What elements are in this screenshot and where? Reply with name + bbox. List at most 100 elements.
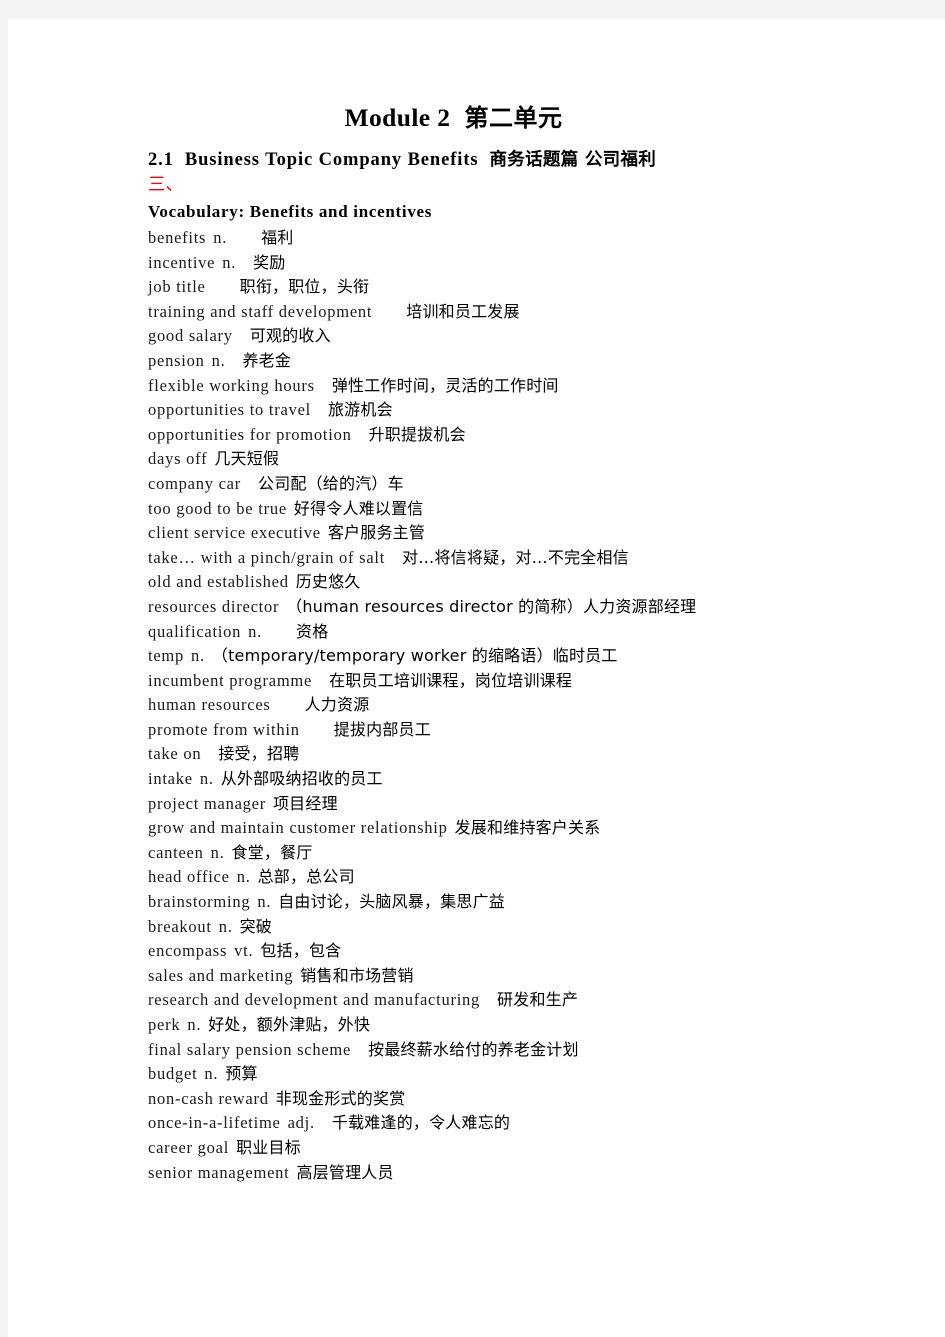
vocabulary-entry: research and development and manufacturi… xyxy=(148,988,908,1013)
vocabulary-term: opportunities to travel xyxy=(148,400,311,420)
vocabulary-part-of-speech: n. xyxy=(222,252,237,272)
vocabulary-term: qualification xyxy=(148,621,242,641)
vocabulary-entry: canteen n. 食堂，餐厅 xyxy=(148,841,908,866)
vocabulary-gloss: 弹性工作时间，灵活的工作时间 xyxy=(331,375,559,395)
section-subtitle: 2.1 Business Topic Company Benefits 商务话题篇 … xyxy=(148,147,908,173)
page-title-english: Module 2 xyxy=(344,103,451,132)
page-title-chinese: 第二单元 xyxy=(464,104,563,132)
vocabulary-term: temp xyxy=(148,646,184,666)
vocabulary-term: human resources xyxy=(148,695,271,715)
vocabulary-gloss: 可观的收入 xyxy=(249,326,331,346)
vocabulary-term: encompass xyxy=(148,941,228,961)
vocabulary-gloss: 培训和员工发展 xyxy=(406,301,520,321)
vocabulary-entry: sales and marketing 销售和市场营销 xyxy=(148,964,908,989)
vocabulary-entry: job title 职衔，职位，头衔 xyxy=(148,275,908,300)
vocabulary-entry: intake n. 从外部吸纳招收的员工 xyxy=(148,767,908,792)
vocabulary-term: client service executive xyxy=(148,523,321,543)
vocabulary-entry: days off 几天短假 xyxy=(148,447,908,472)
vocabulary-term: company car xyxy=(148,473,241,493)
vocabulary-entry: opportunities for promotion 升职提拔机会 xyxy=(148,423,908,448)
section-subtitle-chinese: 商务话题篇 公司福利 xyxy=(489,150,657,170)
vocabulary-entry: benefits n. 福利 xyxy=(148,226,908,251)
vocabulary-entry: opportunities to travel 旅游机会 xyxy=(148,398,908,423)
vocabulary-term: budget xyxy=(148,1064,198,1084)
vocabulary-entry: pension n. 养老金 xyxy=(148,349,908,374)
vocabulary-entry: encompass vt. 包括，包含 xyxy=(148,939,908,964)
vocabulary-entry: company car 公司配（给的汽）车 xyxy=(148,472,908,497)
vocabulary-term: final salary pension scheme xyxy=(148,1039,352,1059)
vocabulary-entry: head office n. 总部，总公司 xyxy=(148,865,908,890)
vocabulary-gloss: 千载难逢的，令人难忘的 xyxy=(331,1113,511,1133)
vocabulary-entry: perk n. 好处，额外津贴，外快 xyxy=(148,1013,908,1038)
vocabulary-gloss: 好得令人难以置信 xyxy=(293,498,424,518)
vocabulary-term: perk xyxy=(148,1015,181,1034)
vocabulary-part-of-speech: vt. xyxy=(234,941,254,961)
vocabulary-gloss: 自由讨论，头脑风暴，集思广益 xyxy=(278,892,506,912)
vocabulary-gloss: 从外部吸纳招收的员工 xyxy=(220,769,383,789)
vocabulary-gloss: 预算 xyxy=(225,1064,258,1084)
vocabulary-term: canteen xyxy=(148,842,204,862)
section-marker: 三、 xyxy=(148,175,183,195)
vocabulary-entry: career goal 职业目标 xyxy=(148,1136,908,1161)
vocabulary-term: senior management xyxy=(148,1162,290,1182)
vocabulary-term: incentive xyxy=(148,252,216,272)
vocabulary-gloss: （human resources director 的简称）人力资源部经理 xyxy=(286,596,697,616)
vocabulary-entry: temp n. （temporary/temporary worker 的缩略语）临… xyxy=(148,644,908,669)
vocabulary-gloss: （temporary/temporary worker 的缩略语）临时员工 xyxy=(211,646,618,666)
vocabulary-term: too good to be true xyxy=(148,498,287,518)
vocabulary-entry: training and staff development 培训和员工发展 xyxy=(148,300,908,325)
vocabulary-gloss: 包括，包含 xyxy=(260,941,342,961)
vocabulary-term: incumbent programme xyxy=(148,670,313,690)
vocabulary-entry: project manager 项目经理 xyxy=(148,792,908,817)
vocabulary-part-of-speech: n. xyxy=(211,350,226,370)
vocabulary-term: brainstorming xyxy=(148,892,251,912)
vocabulary-gloss: 食堂，餐厅 xyxy=(231,842,313,862)
vocabulary-term: pension xyxy=(148,350,205,370)
vocabulary-term: take… with a pinch/grain of salt xyxy=(148,547,386,567)
vocabulary-term: good salary xyxy=(148,326,233,346)
vocabulary-gloss: 按最终薪水给付的养老金计划 xyxy=(368,1039,579,1059)
vocabulary-gloss: 养老金 xyxy=(242,350,292,370)
vocabulary-gloss: 资格 xyxy=(296,621,329,641)
vocabulary-gloss: 奖励 xyxy=(253,252,286,272)
vocabulary-term: benefits xyxy=(148,228,207,247)
vocabulary-entry: final salary pension scheme 按最终薪水给付的养老金计划 xyxy=(148,1038,908,1063)
vocabulary-entry: incumbent programme 在职员工培训课程，岗位培训课程 xyxy=(148,669,908,694)
vocabulary-term: flexible working hours xyxy=(148,375,315,395)
vocabulary-term: training and staff development xyxy=(148,301,373,321)
vocabulary-term: head office xyxy=(148,867,230,887)
vocabulary-term: take on xyxy=(148,744,202,764)
vocabulary-entry: breakout n. 突破 xyxy=(148,915,908,940)
vocabulary-term: project manager xyxy=(148,793,266,813)
vocabulary-gloss: 职衔，职位，头衔 xyxy=(239,277,370,297)
vocabulary-entry: take… with a pinch/grain of salt 对…将信将疑，对… xyxy=(148,546,908,571)
vocabulary-gloss: 福利 xyxy=(261,228,294,247)
vocabulary-entry: incentive n. 奖励 xyxy=(148,251,908,276)
vocabulary-entry: take on 接受，招聘 xyxy=(148,742,908,767)
vocabulary-part-of-speech: n. xyxy=(187,1015,202,1034)
vocabulary-term: resources director xyxy=(148,596,280,616)
vocabulary-gloss: 公司配（给的汽）车 xyxy=(258,473,404,493)
vocabulary-part-of-speech: n. xyxy=(199,769,214,789)
vocabulary-part-of-speech: n. xyxy=(210,842,225,862)
vocabulary-entry: resources director （human resources direc… xyxy=(148,595,908,620)
vocabulary-part-of-speech: n. xyxy=(248,621,263,641)
page-title: Module 2 第二单元 xyxy=(148,98,759,133)
vocabulary-gloss: 几天短假 xyxy=(214,449,280,469)
vocabulary-part-of-speech: n. xyxy=(191,646,205,666)
vocabulary-entry: grow and maintain customer relationship 发… xyxy=(148,816,908,841)
vocabulary-gloss: 人力资源 xyxy=(304,695,370,715)
section-number: 2.1 xyxy=(148,150,174,170)
vocabulary-gloss: 在职员工培训课程，岗位培训课程 xyxy=(329,670,573,690)
vocabulary-term: grow and maintain customer relationship xyxy=(148,818,448,838)
vocabulary-gloss: 研发和生产 xyxy=(497,990,579,1010)
vocabulary-gloss: 好处，额外津贴，外快 xyxy=(208,1015,371,1034)
vocabulary-term: non-cash reward xyxy=(148,1088,269,1108)
vocabulary-gloss: 升职提拔机会 xyxy=(368,424,466,444)
vocabulary-gloss: 职业目标 xyxy=(236,1137,301,1157)
vocabulary-term: opportunities for promotion xyxy=(148,424,352,444)
vocabulary-entry: old and established 历史悠久 xyxy=(148,570,908,595)
vocabulary-part-of-speech: n. xyxy=(257,892,272,912)
document-page: Module 2 第二单元 2.1 Business Topic Company B… xyxy=(8,19,945,1337)
vocabulary-heading: Vocabulary: Benefits and incentives xyxy=(148,202,433,221)
